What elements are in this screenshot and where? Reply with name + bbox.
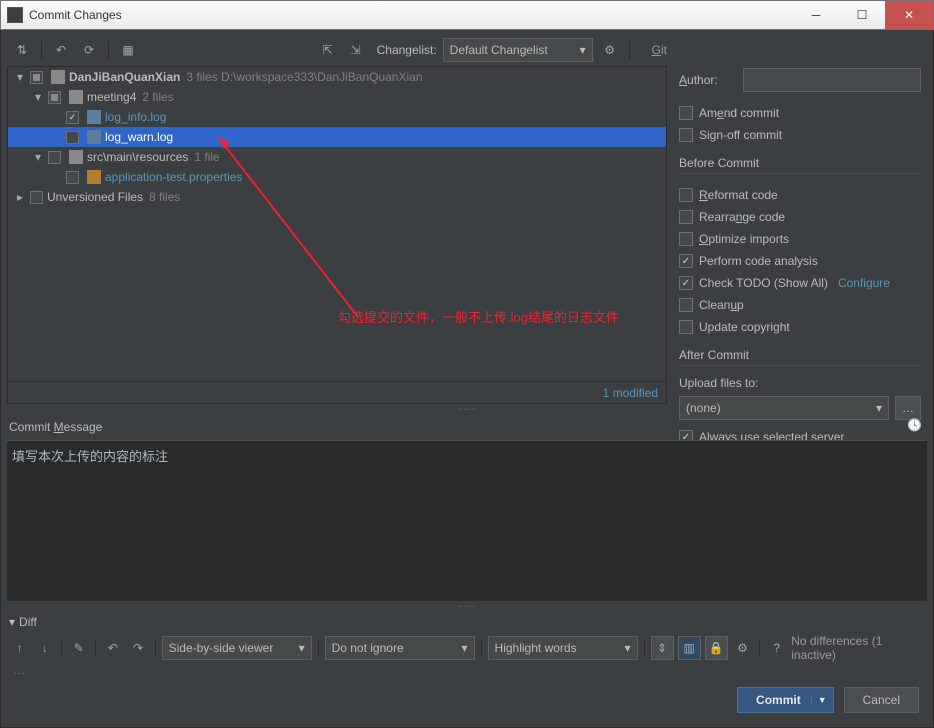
changelist-label: Changelist: xyxy=(377,43,437,57)
tree-file-apptest[interactable]: application-test.properties xyxy=(8,167,666,187)
analysis-checkbox[interactable] xyxy=(679,254,693,268)
optimize-checkbox[interactable] xyxy=(679,232,693,246)
prev-file-icon[interactable]: ↶ xyxy=(102,637,123,659)
todo-label: Check TODO (Show All) xyxy=(699,276,828,290)
amend-label: Amend commit xyxy=(699,106,779,120)
refresh-icon[interactable]: ⟳ xyxy=(78,39,100,61)
next-diff-icon[interactable]: ↓ xyxy=(34,637,55,659)
filter-icon[interactable]: ⇅ xyxy=(11,39,33,61)
rearrange-checkbox[interactable] xyxy=(679,210,693,224)
dialog-content: ⇅ ↶ ⟳ ▦ ⇱ ⇲ Changelist: Default Changeli… xyxy=(0,30,934,728)
ignore-combo[interactable]: Do not ignore▾ xyxy=(325,636,475,660)
dialog-footer: Commit▼ Cancel xyxy=(7,679,927,721)
reformat-label: Reformat code xyxy=(699,188,778,202)
annotation-text: 勾选提交的文件，一般不上传.log结尾的日志文件 xyxy=(338,307,619,326)
commit-message-input[interactable]: 填写本次上传的内容的标注 xyxy=(7,441,927,601)
tree-unversioned[interactable]: ▸ Unversioned Files8 files xyxy=(8,187,666,207)
properties-icon xyxy=(87,170,101,184)
changelist-settings-icon[interactable]: ⚙ xyxy=(599,39,621,61)
commit-button[interactable]: Commit▼ xyxy=(737,687,834,713)
upload-label: Upload files to: xyxy=(679,376,921,390)
expand-icon[interactable]: ⇱ xyxy=(317,39,339,61)
commit-message-label: Commit Message xyxy=(9,420,102,434)
minimize-button[interactable]: ─ xyxy=(793,1,839,29)
resize-handle[interactable]: ┅┅┅ xyxy=(7,404,927,414)
app-icon xyxy=(7,7,23,23)
titlebar: Commit Changes ─ ☐ ✕ xyxy=(0,0,934,30)
file-icon xyxy=(87,130,101,144)
diff-toolbar: ↑ ↓ ✎ ↶ ↷ Side-by-side viewer▾ Do not ig… xyxy=(7,633,927,663)
copyright-label: Update copyright xyxy=(699,320,790,334)
after-commit-title: After Commit xyxy=(679,348,921,366)
cancel-button[interactable]: Cancel xyxy=(844,687,919,713)
folder-icon xyxy=(51,70,65,84)
close-button[interactable]: ✕ xyxy=(885,1,933,29)
signoff-label: Sign-off commit xyxy=(699,128,782,142)
git-label: Git xyxy=(652,43,667,57)
lock-icon[interactable]: 🔒 xyxy=(705,636,728,660)
signoff-checkbox[interactable] xyxy=(679,128,693,142)
tree-folder-meeting4[interactable]: ▾ meeting42 files xyxy=(8,87,666,107)
commit-dropdown-icon[interactable]: ▼ xyxy=(811,695,827,705)
top-toolbar: ⇅ ↶ ⟳ ▦ ⇱ ⇲ Changelist: Default Changeli… xyxy=(7,36,927,64)
folder-icon xyxy=(69,150,83,164)
cleanup-label: Cleanup xyxy=(699,298,744,312)
no-diff-label: No differences (1 inactive) xyxy=(791,634,925,662)
viewer-combo[interactable]: Side-by-side viewer▾ xyxy=(162,636,312,660)
rearrange-label: Rearrange code xyxy=(699,210,785,224)
resize-handle[interactable]: ┅┅┅ xyxy=(7,601,927,611)
cleanup-checkbox[interactable] xyxy=(679,298,693,312)
folder-icon xyxy=(69,90,83,104)
changelist-combo[interactable]: Default Changelist▾ xyxy=(443,38,593,62)
author-label: Author: xyxy=(679,73,735,87)
collapse-icon[interactable]: ⇲ xyxy=(345,39,367,61)
author-input[interactable] xyxy=(743,68,921,92)
diff-header[interactable]: ▾Diff xyxy=(7,611,927,633)
help-icon[interactable]: ? xyxy=(766,637,787,659)
group-icon[interactable]: ▦ xyxy=(117,39,139,61)
analysis-label: Perform code analysis xyxy=(699,254,818,268)
tree-file-log-warn[interactable]: log_warn.log xyxy=(8,127,666,147)
modified-status: 1 modified xyxy=(8,381,666,403)
window-title: Commit Changes xyxy=(29,8,793,22)
collapse-unchanged-icon[interactable]: ⇕ xyxy=(651,636,674,660)
maximize-button[interactable]: ☐ xyxy=(839,1,885,29)
configure-link[interactable]: Configure xyxy=(838,276,890,290)
tree-file-log-info[interactable]: ✓ log_info.log xyxy=(8,107,666,127)
tree-root[interactable]: ▾ DanJiBanQuanXian3 files D:\workspace33… xyxy=(8,67,666,87)
before-commit-title: Before Commit xyxy=(679,156,921,174)
reformat-checkbox[interactable] xyxy=(679,188,693,202)
optimize-label: Optimize imports xyxy=(699,232,789,246)
changes-tree[interactable]: ▾ DanJiBanQuanXian3 files D:\workspace33… xyxy=(8,67,666,381)
undo-icon[interactable]: ↶ xyxy=(50,39,72,61)
prev-diff-icon[interactable]: ↑ xyxy=(9,637,30,659)
amend-checkbox[interactable] xyxy=(679,106,693,120)
settings-icon[interactable]: ⚙ xyxy=(732,637,753,659)
history-icon[interactable]: 🕓 xyxy=(907,418,925,436)
sync-scroll-icon[interactable]: ▥ xyxy=(678,636,701,660)
next-file-icon[interactable]: ↷ xyxy=(128,637,149,659)
copyright-checkbox[interactable] xyxy=(679,320,693,334)
highlight-combo[interactable]: Highlight words▾ xyxy=(488,636,638,660)
edit-icon[interactable]: ✎ xyxy=(68,637,89,659)
diff-path: … xyxy=(7,663,927,679)
tree-folder-src[interactable]: ▾ src\main\resources1 file xyxy=(8,147,666,167)
todo-checkbox[interactable] xyxy=(679,276,693,290)
file-icon xyxy=(87,110,101,124)
